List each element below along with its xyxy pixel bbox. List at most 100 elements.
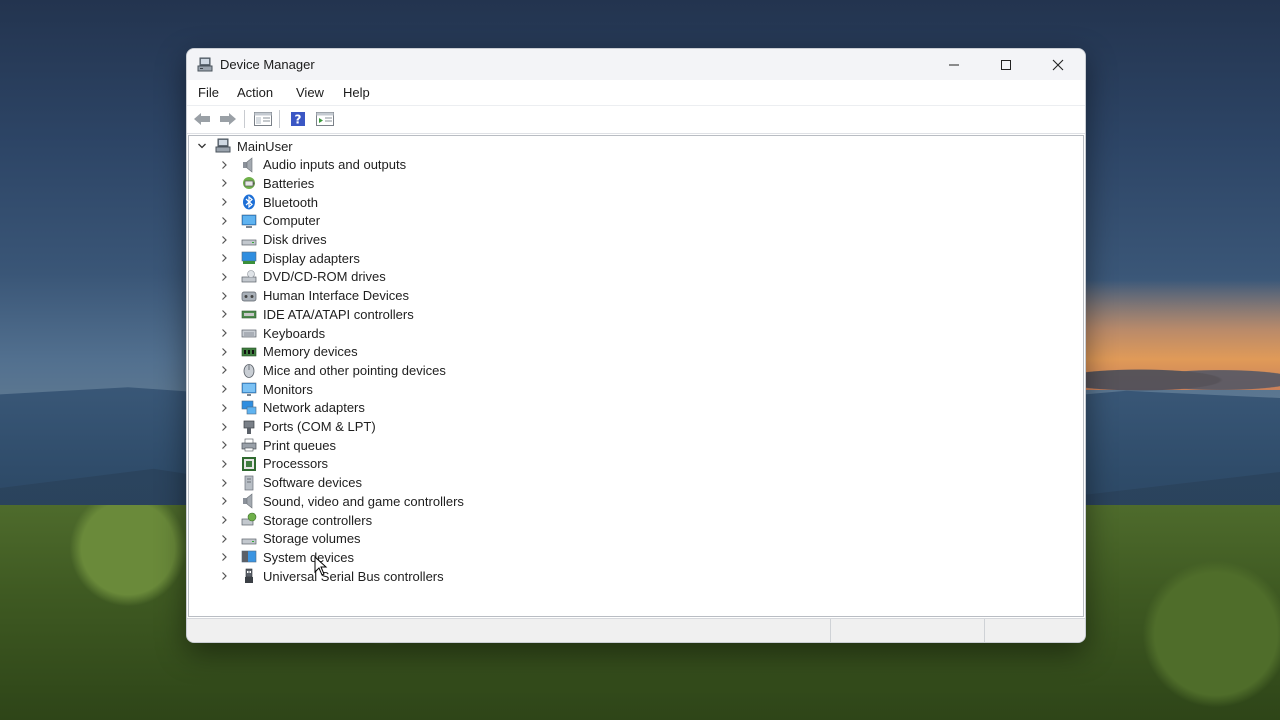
chevron-right-icon[interactable] — [219, 216, 229, 226]
toolbar: ? — [187, 105, 1085, 134]
chevron-right-icon[interactable] — [219, 347, 229, 357]
tree-item-display-adapters[interactable]: Display adapters — [219, 249, 360, 267]
back-button[interactable] — [192, 110, 212, 128]
tree-item-monitors[interactable]: Monitors — [219, 380, 313, 398]
chevron-right-icon[interactable] — [219, 403, 229, 413]
toolbar-separator — [244, 110, 245, 128]
port-icon — [241, 419, 257, 435]
chevron-right-icon[interactable] — [219, 384, 229, 394]
tree-item-storage-volumes[interactable]: Storage volumes — [219, 530, 361, 548]
chevron-right-icon[interactable] — [219, 328, 229, 338]
chevron-right-icon[interactable] — [219, 440, 229, 450]
title-bar[interactable]: Device Manager — [187, 49, 1085, 80]
tree-item-label: Disk drives — [263, 232, 327, 247]
tree-item-system-devices[interactable]: System devices — [219, 548, 354, 566]
processor-icon — [241, 456, 257, 472]
tree-item-label: Human Interface Devices — [263, 288, 409, 304]
network-adapter-icon — [241, 400, 257, 416]
speaker-icon — [241, 157, 257, 173]
tree-item-processors[interactable]: Processors — [219, 455, 328, 473]
storage-controller-icon — [241, 512, 257, 528]
tree-item-storage-controllers[interactable]: Storage controllers — [219, 511, 372, 529]
tree-item-mice-and-other-pointing-devices[interactable]: Mice and other pointing devices — [219, 361, 446, 379]
tree-item-label: Batteries — [263, 175, 315, 191]
chevron-right-icon[interactable] — [219, 571, 229, 581]
chevron-right-icon[interactable] — [219, 515, 229, 525]
tree-item-label: Universal Serial Bus controllers — [263, 568, 444, 584]
tree-item-ide-ata-atapi-controllers[interactable]: IDE ATA/ATAPI controllers — [219, 305, 414, 323]
chevron-down-icon[interactable] — [197, 141, 207, 151]
chevron-right-icon[interactable] — [219, 253, 229, 263]
tree-item-dvd-cd-rom-drives[interactable]: DVD/CD-ROM drives — [219, 268, 386, 286]
dvd-drive-icon — [241, 269, 257, 285]
tree-item-label: Print queues — [263, 437, 336, 453]
bluetooth-icon — [241, 194, 257, 210]
status-pane — [984, 619, 1084, 642]
tree-item-batteries[interactable]: Batteries — [219, 174, 314, 192]
tree-item-bluetooth[interactable]: Bluetooth — [219, 193, 318, 211]
chevron-right-icon[interactable] — [219, 459, 229, 469]
tree-item-sound-video-and-game-controllers[interactable]: Sound, video and game controllers — [219, 492, 464, 510]
tree-item-label: DVD/CD-ROM drives — [263, 269, 386, 285]
tree-item-keyboards[interactable]: Keyboards — [219, 324, 325, 342]
tree-item-label: Computer — [263, 213, 321, 229]
tree-item-label: Monitors — [263, 381, 313, 397]
chevron-right-icon[interactable] — [219, 309, 229, 319]
disk-drive-icon — [241, 232, 257, 248]
chevron-right-icon[interactable] — [219, 178, 229, 188]
menu-help[interactable]: Help — [343, 85, 370, 100]
tree-item-label: Storage controllers — [263, 512, 373, 528]
software-device-icon — [241, 475, 257, 491]
close-icon — [1052, 59, 1064, 70]
wallpaper-clouds — [1080, 362, 1280, 392]
maximize-button[interactable] — [983, 49, 1029, 80]
minimize-icon — [949, 64, 959, 65]
mouse-cursor-icon — [314, 556, 328, 576]
chevron-right-icon[interactable] — [219, 365, 229, 375]
tree-item-label: Audio inputs and outputs — [263, 157, 407, 173]
chevron-right-icon[interactable] — [219, 197, 229, 207]
properties-pane-icon — [254, 112, 272, 126]
sound-icon — [241, 493, 257, 509]
printer-icon — [241, 437, 257, 453]
help-button[interactable]: ? — [288, 110, 308, 128]
tree-item-label: Memory devices — [263, 344, 358, 360]
minimize-button[interactable] — [931, 49, 977, 80]
chevron-right-icon[interactable] — [219, 291, 229, 301]
tree-item-label: Storage volumes — [263, 531, 361, 547]
tree-item-computer[interactable]: Computer — [219, 212, 320, 230]
menu-view[interactable]: View — [296, 85, 324, 100]
chevron-right-icon[interactable] — [219, 534, 229, 544]
menu-file[interactable]: File — [198, 85, 219, 100]
forward-button[interactable] — [218, 110, 238, 128]
tree-item-disk-drives[interactable]: Disk drives — [219, 231, 327, 249]
tree-item-ports-com-lpt[interactable]: Ports (COM & LPT) — [219, 418, 376, 436]
tree-item-universal-serial-bus-controllers[interactable]: Universal Serial Bus controllers — [219, 567, 444, 585]
battery-icon — [241, 175, 257, 191]
show-hide-console-tree-button[interactable] — [253, 110, 273, 128]
tree-item-print-queues[interactable]: Print queues — [219, 436, 336, 454]
chevron-right-icon[interactable] — [219, 552, 229, 562]
tree-item-audio-inputs-and-outputs[interactable]: Audio inputs and outputs — [219, 156, 406, 174]
chevron-right-icon[interactable] — [219, 422, 229, 432]
device-tree[interactable]: MainUser Audio inputs and outputs Batteri… — [188, 135, 1084, 617]
tree-item-human-interface-devices[interactable]: Human Interface Devices — [219, 287, 409, 305]
tree-item-label: Sound, video and game controllers — [263, 493, 464, 509]
chevron-right-icon[interactable] — [219, 160, 229, 170]
device-manager-window: Device Manager File Action View Help ? M… — [186, 48, 1086, 643]
tree-item-network-adapters[interactable]: Network adapters — [219, 399, 365, 417]
chevron-right-icon[interactable] — [219, 272, 229, 282]
chevron-right-icon[interactable] — [219, 478, 229, 488]
tree-item-label: System devices — [263, 549, 355, 565]
close-button[interactable] — [1035, 49, 1081, 80]
show-hide-action-pane-button[interactable] — [315, 110, 335, 128]
tree-item-label: Network adapters — [263, 400, 365, 416]
tree-root[interactable]: MainUser — [197, 137, 293, 155]
menu-action[interactable]: Action — [237, 85, 273, 100]
usb-icon — [241, 568, 257, 584]
chevron-right-icon[interactable] — [219, 235, 229, 245]
tree-item-memory-devices[interactable]: Memory devices — [219, 343, 358, 361]
tree-item-software-devices[interactable]: Software devices — [219, 474, 362, 492]
chevron-right-icon[interactable] — [219, 496, 229, 506]
status-pane — [830, 619, 984, 642]
